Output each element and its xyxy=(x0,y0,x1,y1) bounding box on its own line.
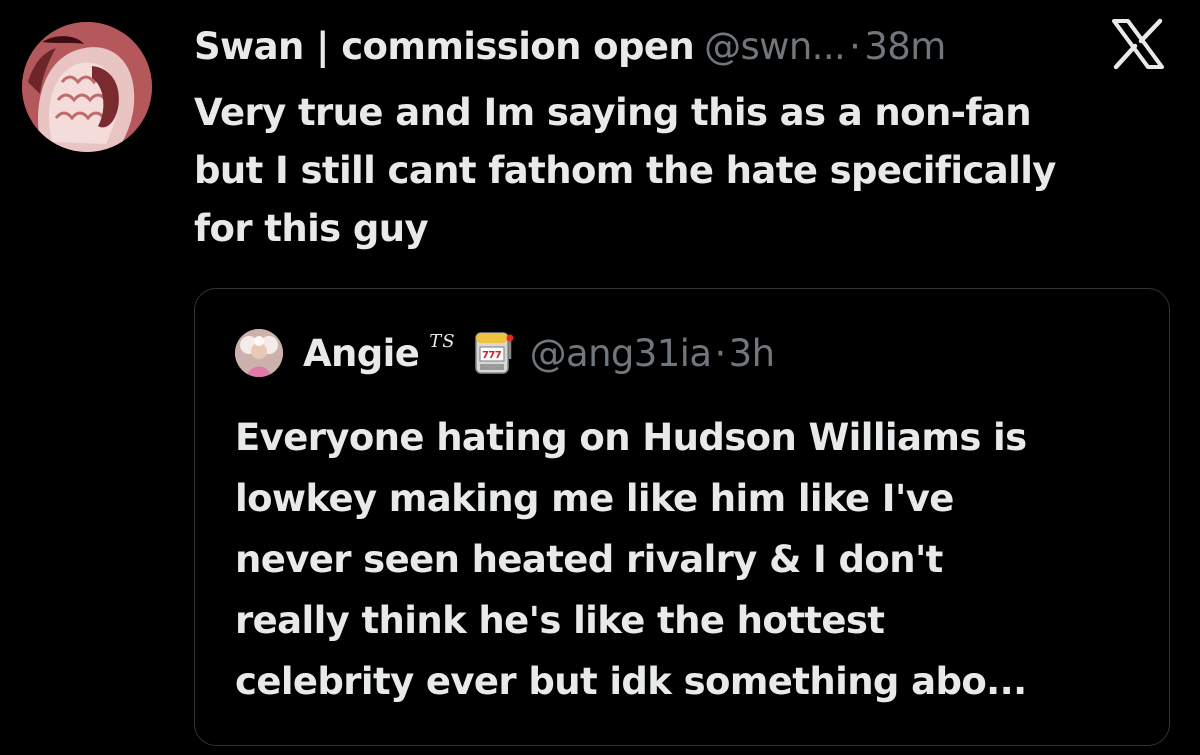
author-avatar[interactable] xyxy=(22,22,152,152)
quoted-header-separator: · xyxy=(714,331,726,375)
author-display-name[interactable]: Swan | commission open xyxy=(194,25,695,68)
quoted-post-header: Angie TS 777 @ang31ia · 3h xyxy=(235,327,775,379)
post-header: Swan | commission open @swn... · 38m xyxy=(194,20,946,72)
quoted-post-card[interactable]: Angie TS 777 @ang31ia · 3h Everyone hati… xyxy=(194,288,1170,746)
post-timestamp[interactable]: 38m xyxy=(864,25,946,68)
quoted-avatar-photo-icon xyxy=(235,329,283,377)
author-handle[interactable]: @swn... xyxy=(704,25,846,68)
quoted-post-timestamp[interactable]: 3h xyxy=(729,332,775,375)
slot-machine-icon: 777 xyxy=(472,329,516,377)
quoted-text-line: lowkey making me like him like I've xyxy=(235,477,954,520)
post-text-line: but I still cant fathom the hate specifi… xyxy=(194,149,1056,192)
quoted-text-line: celebrity ever but idk something abo... xyxy=(235,660,1027,703)
quoted-text-line: never seen heated rivalry & I don't xyxy=(235,538,943,581)
quoted-author-avatar[interactable] xyxy=(235,329,283,377)
quoted-author-handle[interactable]: @ang31ia xyxy=(530,332,712,375)
quoted-text-line: really think he's like the hottest xyxy=(235,599,885,642)
svg-text:777: 777 xyxy=(482,350,502,361)
post-text-line: for this guy xyxy=(194,207,429,250)
post-text: Very true and Im saying this as a non-fa… xyxy=(194,84,1184,258)
quoted-post-text: Everyone hating on Hudson Williams is lo… xyxy=(235,407,1155,712)
avatar-illustration-icon xyxy=(22,22,152,152)
post-text-line: Very true and Im saying this as a non-fa… xyxy=(194,91,1032,134)
quoted-author-display-name[interactable]: Angie xyxy=(303,332,420,375)
quoted-author-tag: TS xyxy=(429,330,456,352)
header-separator: · xyxy=(849,24,861,68)
x-logo-icon xyxy=(1108,18,1168,70)
quoted-text-line: Everyone hating on Hudson Williams is xyxy=(235,416,1027,459)
post[interactable]: Swan | commission open @swn... · 38m Ver… xyxy=(0,0,1200,755)
